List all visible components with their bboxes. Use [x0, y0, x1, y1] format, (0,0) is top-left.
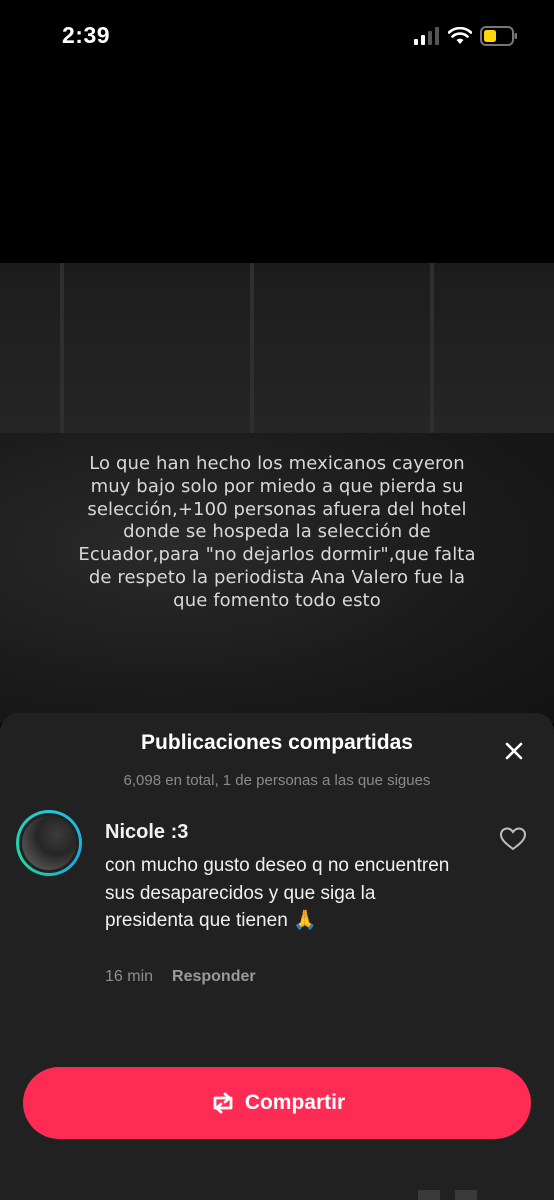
status-time: 2:39 — [62, 22, 111, 48]
wifi-icon — [448, 27, 472, 44]
background-detail — [455, 1190, 477, 1200]
avatar-ring-gap — [19, 813, 79, 873]
heart-outline-icon[interactable] — [499, 826, 527, 852]
shared-posts-sheet: Publicaciones compartidas 6,098 en total… — [0, 713, 554, 1200]
share-button[interactable]: Compartir — [23, 1067, 531, 1139]
close-icon[interactable] — [501, 738, 527, 764]
comment-username[interactable]: Nicole :3 — [105, 821, 188, 844]
share-button-label: Compartir — [244, 1091, 346, 1114]
sheet-subtitle: 6,098 en total, 1 de personas a las que … — [123, 772, 431, 789]
background-detail — [418, 1190, 440, 1200]
repost-icon — [213, 1092, 233, 1114]
battery-icon — [480, 26, 517, 46]
comment-text: con mucho gusto deseo q no encuentren su… — [105, 855, 450, 931]
comment-time: 16 min — [105, 968, 154, 985]
sheet-title: Publicaciones compartidas — [141, 731, 413, 754]
video-player[interactable]: Lo que han hecho los mexicanos cayeron m… — [0, 263, 554, 723]
reply-button[interactable]: Responder — [172, 968, 256, 986]
comment-meta: 16 min Responder — [105, 968, 256, 986]
status-bar: 2:39 — [0, 0, 554, 72]
status-icons — [414, 26, 518, 46]
avatar-image — [22, 816, 76, 870]
cellular-signal-icon — [414, 27, 439, 45]
avatar[interactable] — [16, 810, 82, 876]
video-overlay-text: Lo que han hecho los mexicanos cayeron m… — [78, 453, 476, 611]
